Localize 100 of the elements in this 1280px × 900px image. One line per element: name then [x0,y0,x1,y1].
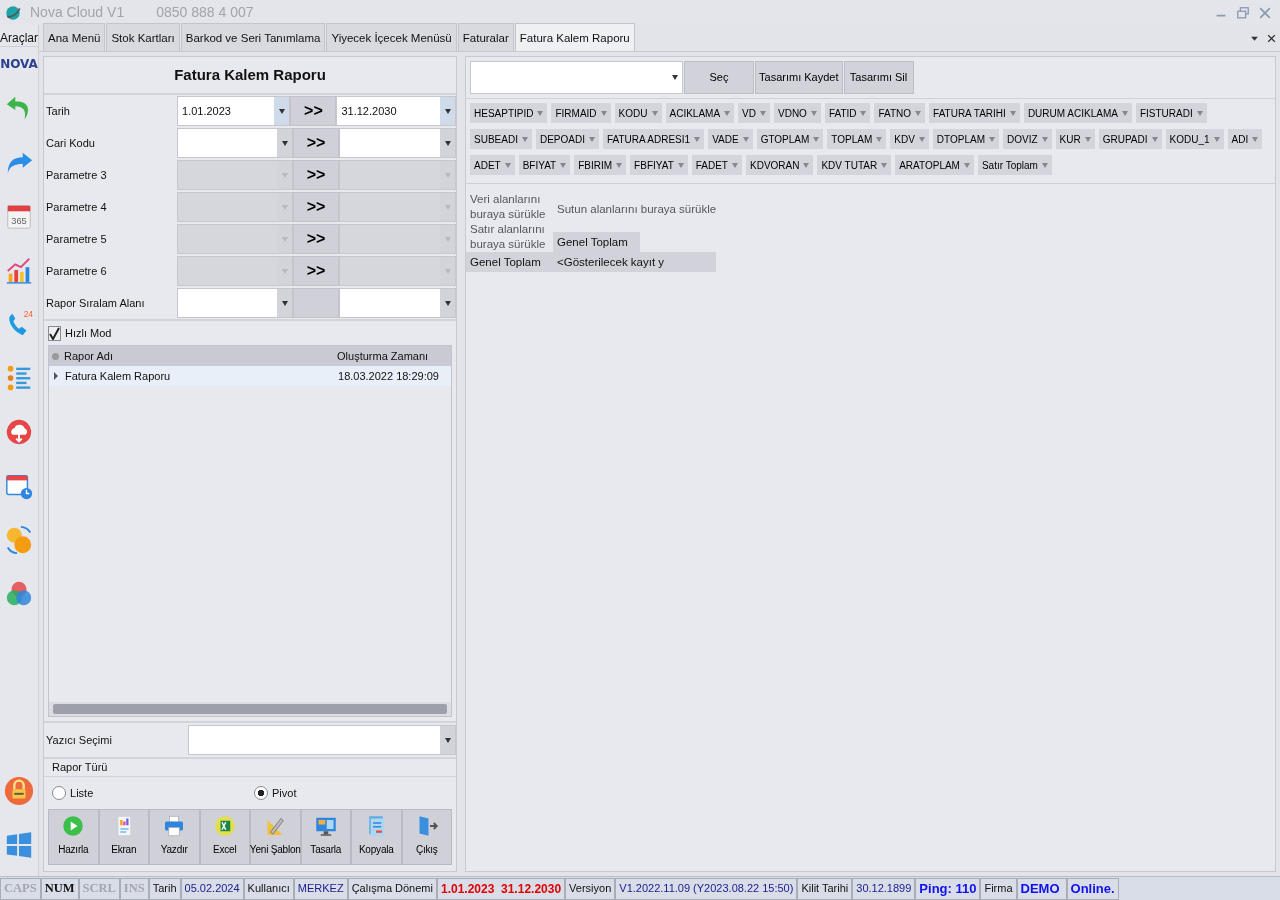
tab[interactable]: Fatura Kalem Raporu [514,22,635,51]
field-button[interactable]: FATURA ADRESI1 [602,129,705,149]
dropdown-field[interactable] [177,288,293,318]
field-button[interactable]: HESAPTIPID [470,103,548,123]
status-label: Kilit Tarihi [797,877,853,900]
field-button[interactable]: GTOPLAM [756,129,824,149]
action-button[interactable]: Yeni Şablon [250,809,301,865]
range-button[interactable]: >> [293,256,339,286]
range-button[interactable]: >> [293,128,339,158]
field-button[interactable]: FATID [824,103,871,123]
radio-button[interactable] [52,786,66,800]
field-button[interactable]: KODU_1 [1165,129,1224,149]
dropdown-field[interactable] [188,725,456,755]
field-button[interactable]: FBIRIM [574,155,627,175]
field-button[interactable]: FISTURADI [1135,103,1207,123]
field-button[interactable]: BFIYAT [518,155,571,175]
action-button[interactable]: Ekran [98,809,149,865]
column-header[interactable]: Oluşturma Zamanı [337,347,429,365]
radio-label: Pivot [272,785,297,801]
radio-button[interactable] [254,786,268,800]
field-button[interactable]: FADET [691,155,742,175]
date-field[interactable]: 1.01.2023 [177,96,291,126]
key-indicator: SCRL [78,877,120,900]
field-button[interactable]: FIRMAID [551,103,611,123]
dropdown-field[interactable] [177,192,293,222]
dropdown-field[interactable] [177,160,293,190]
action-button[interactable]: Tasarla [300,809,351,865]
dropdown-field[interactable] [339,256,456,286]
sidebar-tab[interactable]: Araçlar [0,25,38,47]
column-header[interactable]: Rapor Adı [61,347,337,365]
status-value: 30.12.1899 [852,877,916,900]
range-button[interactable]: >> [293,224,339,254]
field-button[interactable]: GRUPADI [1098,129,1162,149]
cloud-icon[interactable] [4,417,34,447]
status-value: Online. [1066,877,1119,900]
action-button[interactable]: Yazdır [149,809,200,865]
horizontal-scrollbar[interactable] [49,702,451,716]
dropdown-field[interactable] [339,192,456,222]
field-button[interactable]: DURUM ACIKLAMA [1023,103,1132,123]
action-button[interactable]: Çıkış [401,809,452,865]
field-button[interactable]: ARATOPLAM [895,155,974,175]
field-button[interactable]: SUBEADI [470,129,532,149]
field-button[interactable]: VDNO [774,103,821,123]
field-button[interactable]: FATNO [874,103,926,123]
range-button[interactable]: >> [293,160,339,190]
drop-hint: Sutun alanlarını buraya sürükle [557,201,717,217]
field-button[interactable]: Satır Toplam [977,155,1052,175]
lock-icon[interactable] [4,776,34,806]
dropdown-field[interactable] [339,160,456,190]
tab[interactable]: Barkod ve Seri Tanımlama [180,22,326,51]
group-label: Rapor Türü [52,760,108,776]
chart-icon[interactable] [4,255,34,285]
field-button[interactable]: ADET [470,155,515,175]
dropdown-field[interactable] [470,61,683,94]
action-button[interactable]: Hazırla [48,809,99,865]
dropdown-field[interactable] [177,224,293,254]
field-button[interactable]: FBFIYAT [630,155,688,175]
field-button[interactable]: ACIKLAMA [665,103,735,123]
action-button[interactable]: Kopyala [351,809,402,865]
field-label: Yazıcı Seçimi [45,732,113,748]
dropdown-field[interactable] [177,256,293,286]
dropdown-field[interactable] [339,288,456,318]
coins-icon[interactable] [4,525,34,555]
date-field[interactable]: 31.12.2030 [336,96,456,126]
dropdown-field[interactable] [339,128,456,158]
close-icon[interactable] [1267,34,1276,43]
field-button[interactable]: FATURA TARIHI [929,103,1020,123]
field-button[interactable]: DTOPLAM [932,129,999,149]
windows-icon[interactable] [4,830,34,860]
field-button[interactable]: KODU [614,103,662,123]
table-row[interactable]: Fatura Kalem Raporu 18.03.2022 18:29:09 [49,366,451,386]
action-button[interactable]: Excel [199,809,250,865]
dropdown-icon[interactable] [1250,34,1259,43]
field-button[interactable]: VADE [708,129,753,149]
status-value: Ping: 110 [915,877,981,900]
toolbar-button[interactable]: Tasarımı Sil [843,61,914,94]
field-button[interactable]: ADI [1227,129,1263,149]
restore-icon[interactable] [1236,5,1250,20]
tab[interactable]: Yiyecek İçecek Menüsü [326,22,457,51]
field-button[interactable]: DOVIZ [1003,129,1052,149]
field-button[interactable]: KDV TUTAR [817,155,892,175]
dropdown-field[interactable] [177,128,293,158]
status-value: V1.2022.11.09 (Y2023.08.22 15:50) [615,877,798,900]
toolbar-button[interactable]: Seç [684,61,754,94]
field-label: Rapor Sıralam Alanı [45,295,146,311]
field-button[interactable]: VD [738,103,770,123]
field-label: Cari Kodu [45,135,96,151]
field-button[interactable]: KDVORAN [746,155,814,175]
tab[interactable]: Stok Kartları [106,22,180,51]
range-button[interactable]: >> [293,192,339,222]
tab[interactable]: Ana Menü [43,22,106,51]
field-button[interactable]: DEPOADI [535,129,599,149]
checkbox[interactable] [48,325,61,341]
field-button[interactable]: KUR [1055,129,1095,149]
tab[interactable]: Faturalar [457,22,514,51]
field-button[interactable]: TOPLAM [827,129,887,149]
range-button[interactable]: >> [290,96,337,126]
field-button[interactable]: KDV [890,129,929,149]
dropdown-field[interactable] [339,224,456,254]
toolbar-button[interactable]: Tasarımı Kaydet [755,61,843,94]
